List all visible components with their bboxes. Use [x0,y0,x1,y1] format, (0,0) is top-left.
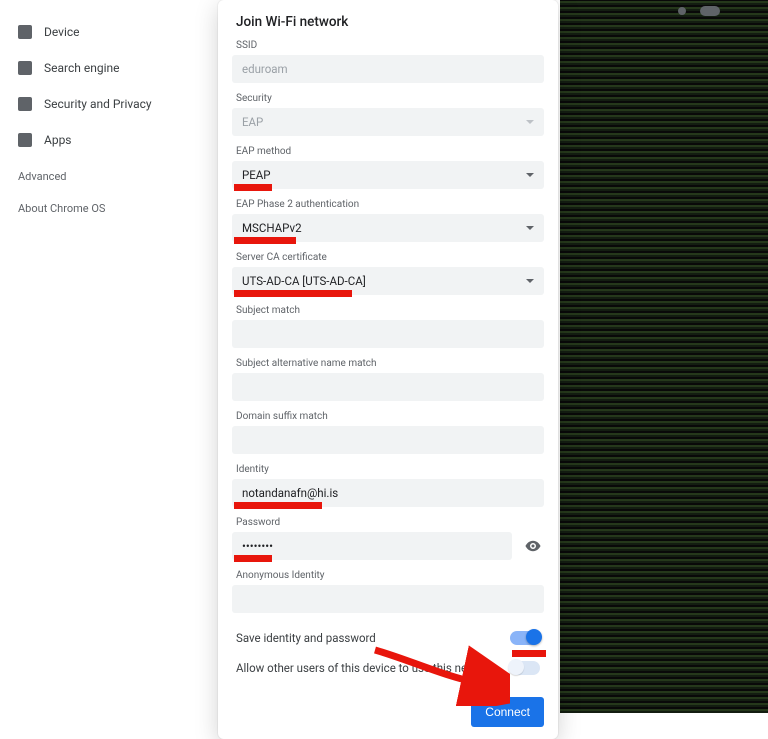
ssid-field: SSID eduroam [232,40,544,83]
password-field: Password •••••••• [232,517,544,560]
sidebar-section-about[interactable]: About Chrome OS [18,196,200,220]
sidebar-item-label: Search engine [44,61,119,75]
sidebar-item-label: Apps [44,133,72,147]
eap-method-label: EAP method [232,146,544,157]
annotation-highlight [234,290,352,297]
san-match-input[interactable] [232,373,544,401]
chevron-down-icon [526,226,534,230]
anon-identity-field: Anonymous Identity [232,570,544,613]
annotation-highlight [234,555,272,562]
sidebar-item-label: Device [44,25,80,39]
san-match-field: Subject alternative name match [232,358,544,401]
eap-phase2-label: EAP Phase 2 authentication [232,199,544,210]
san-match-label: Subject alternative name match [232,358,544,369]
password-input[interactable]: •••••••• [232,532,512,560]
background-foliage [560,0,768,713]
subject-match-input[interactable] [232,320,544,348]
sidebar-item-device[interactable]: Device [18,20,200,44]
share-network-toggle[interactable] [510,661,540,675]
eye-icon [524,537,542,555]
server-ca-field: Server CA certificate UTS-AD-CA [UTS-AD-… [232,252,544,295]
sidebar-section-label: About Chrome OS [18,202,105,215]
eap-phase2-field: EAP Phase 2 authentication MSCHAPv2 [232,199,544,242]
annotation-highlight [234,237,296,244]
status-icon [678,7,686,15]
sidebar-section-advanced[interactable]: Advanced [18,164,200,188]
security-label: Security [232,93,544,104]
save-identity-row: Save identity and password [232,623,544,653]
share-network-label: Allow other users of this device to use … [236,661,496,675]
battery-icon [700,6,720,16]
security-select[interactable]: EAP [232,108,544,136]
anon-identity-label: Anonymous Identity [232,570,544,581]
security-field: Security EAP [232,93,544,136]
share-network-row: Allow other users of this device to use … [232,653,544,683]
search-icon [18,61,32,75]
device-icon [18,25,32,39]
domain-suffix-field: Domain suffix match [232,411,544,454]
sidebar-item-label: Security and Privacy [44,97,152,111]
system-tray[interactable] [678,6,720,16]
ssid-input[interactable]: eduroam [232,55,544,83]
annotation-highlight [234,502,322,509]
eap-method-select[interactable]: PEAP [232,161,544,189]
dialog-title: Join Wi-Fi network [232,14,544,30]
dialog-footer: Connect [232,683,544,727]
save-identity-toggle[interactable] [510,631,540,645]
ssid-label: SSID [232,40,544,51]
connect-button[interactable]: Connect [471,697,544,727]
toggle-password-visibility-button[interactable] [522,535,544,557]
sidebar-item-security-privacy[interactable]: Security and Privacy [18,92,200,116]
sidebar-item-search-engine[interactable]: Search engine [18,56,200,80]
subject-match-field: Subject match [232,305,544,348]
sidebar-section-label: Advanced [18,170,66,183]
anon-identity-input[interactable] [232,585,544,613]
save-identity-label: Save identity and password [236,631,376,645]
subject-match-label: Subject match [232,305,544,316]
identity-field: Identity notandanafn@hi.is [232,464,544,507]
server-ca-label: Server CA certificate [232,252,544,263]
chevron-down-icon [526,173,534,177]
lock-icon [18,97,32,111]
sidebar-item-apps[interactable]: Apps [18,128,200,152]
domain-suffix-label: Domain suffix match [232,411,544,422]
identity-label: Identity [232,464,544,475]
domain-suffix-input[interactable] [232,426,544,454]
eap-method-field: EAP method PEAP [232,146,544,189]
chevron-down-icon [526,279,534,283]
settings-sidebar: Device Search engine Security and Privac… [0,0,200,228]
password-label: Password [232,517,544,528]
chevron-down-icon [526,120,534,124]
apps-icon [18,133,32,147]
join-wifi-dialog: Join Wi-Fi network SSID eduroam Security… [218,0,558,739]
annotation-highlight [234,184,272,191]
